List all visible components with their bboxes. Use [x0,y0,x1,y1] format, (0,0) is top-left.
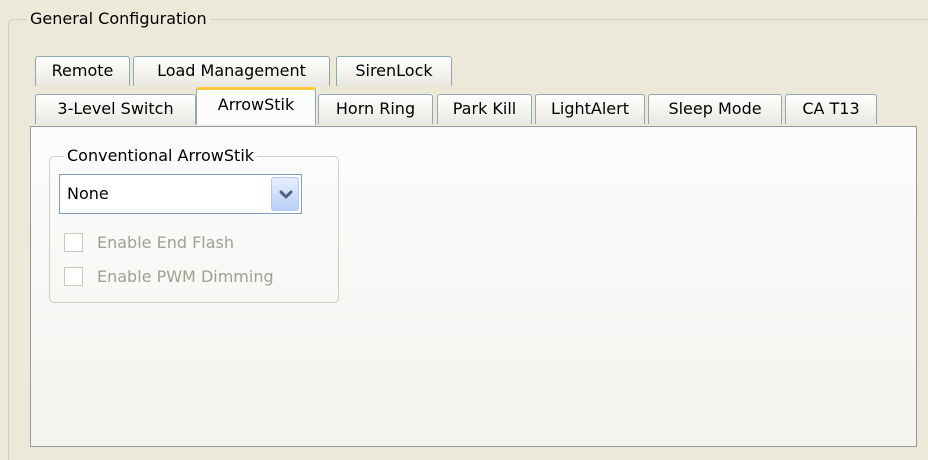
group-title: General Configuration [27,8,210,30]
tab-horn-ring[interactable]: Horn Ring [318,94,433,124]
tab-ca-t13[interactable]: CA T13 [785,94,877,124]
tab-park-kill[interactable]: Park Kill [437,94,532,124]
enable-end-flash-checkbox[interactable] [64,233,83,252]
tab-3-level-switch[interactable]: 3-Level Switch [35,94,196,124]
tab-load-management[interactable]: Load Management [133,56,330,86]
enable-end-flash-label: Enable End Flash [97,233,235,252]
dropdown-button[interactable] [271,177,299,211]
tab-remote[interactable]: Remote [35,56,130,86]
arrowstik-select[interactable]: None [59,174,302,214]
general-configuration-window: General Configuration Remote Load Manage… [0,0,928,460]
tab-sleep-mode[interactable]: Sleep Mode [648,94,782,124]
arrowstik-select-value: None [67,184,109,203]
chevron-down-icon [279,190,293,199]
tab-lightalert[interactable]: LightAlert [535,94,645,124]
conventional-arrowstik-title: Conventional ArrowStik [64,145,258,167]
tab-arrowstik[interactable]: ArrowStik [196,87,316,125]
enable-pwm-dimming-label: Enable PWM Dimming [97,267,274,286]
tab-sirenlock[interactable]: SirenLock [336,56,452,86]
enable-pwm-dimming-checkbox[interactable] [64,267,83,286]
